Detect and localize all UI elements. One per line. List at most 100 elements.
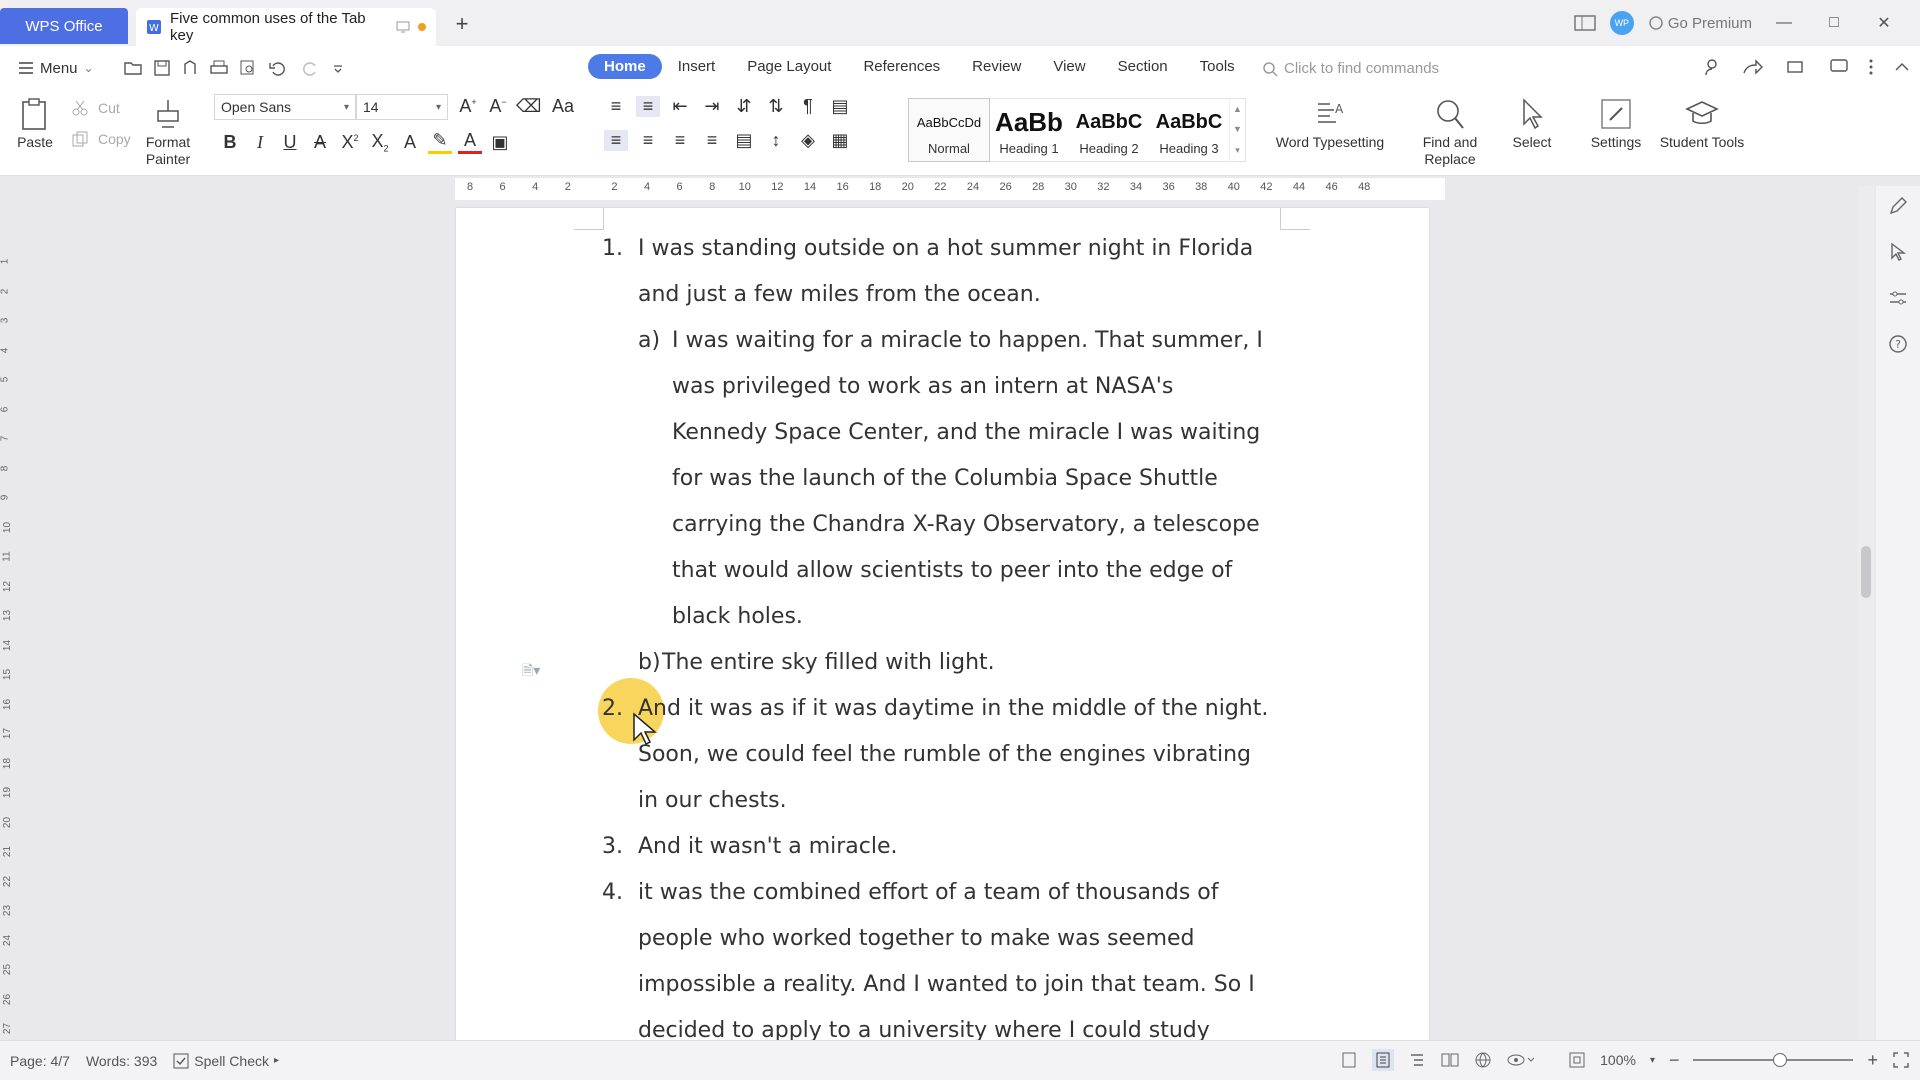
new-tab-button[interactable]: +: [450, 11, 474, 36]
zoom-in-button[interactable]: +: [1867, 1050, 1878, 1071]
find-commands-search[interactable]: Click to find commands: [1262, 60, 1439, 77]
word-count[interactable]: Words: 393: [86, 1053, 157, 1069]
italic-icon[interactable]: I: [248, 132, 272, 153]
list-item[interactable]: 2. And it was as if it was daytime in th…: [602, 686, 1274, 824]
font-size-select[interactable]: 14 ▾: [356, 94, 448, 120]
align-right-icon[interactable]: ≡: [668, 130, 692, 151]
tab-page-layout[interactable]: Page Layout: [731, 54, 847, 79]
decrease-indent-icon[interactable]: ⇤: [668, 96, 692, 117]
close-button[interactable]: ✕: [1866, 13, 1902, 33]
superscript-icon[interactable]: X2: [338, 132, 362, 153]
find-replace-button[interactable]: Find and Replace: [1412, 94, 1488, 168]
student-tools-button[interactable]: Student Tools: [1654, 94, 1750, 151]
subscript-icon[interactable]: X2: [368, 131, 392, 154]
outline-view-icon[interactable]: [1408, 1051, 1426, 1069]
print-preview-icon[interactable]: [240, 60, 256, 76]
style-heading-3[interactable]: AaBbC Heading 3: [1149, 99, 1229, 161]
zoom-slider[interactable]: [1693, 1053, 1854, 1067]
document-content[interactable]: 1. I was standing outside on a hot summe…: [602, 226, 1274, 1040]
protect-doc-icon[interactable]: [1340, 1051, 1358, 1069]
go-premium-button[interactable]: Go Premium: [1648, 15, 1752, 32]
sub-list-item[interactable]: b) The entire sky filled with light.: [638, 640, 1274, 686]
list-item[interactable]: 3. And it wasn't a miracle.: [602, 824, 1274, 870]
sub-list-item[interactable]: a) I was waiting for a miracle to happen…: [638, 318, 1274, 640]
layout-icon[interactable]: [1574, 14, 1596, 32]
maximize-button[interactable]: □: [1816, 14, 1852, 32]
page-count[interactable]: Page: 4/7: [10, 1053, 70, 1069]
strikethrough-icon[interactable]: A: [308, 132, 332, 153]
print-icon[interactable]: [209, 60, 228, 76]
font-name-select[interactable]: Open Sans ▾: [214, 94, 356, 120]
justify-icon[interactable]: ≡: [700, 130, 724, 151]
undo-icon[interactable]: [268, 60, 288, 76]
copy-button[interactable]: Copy: [72, 131, 131, 147]
zoom-slider-thumb[interactable]: [1773, 1053, 1788, 1067]
increase-indent-icon[interactable]: ⇥: [700, 96, 724, 117]
change-case-icon[interactable]: Aa: [546, 96, 580, 117]
customize-toolbar-icon[interactable]: [332, 62, 344, 74]
underline-icon[interactable]: U: [278, 132, 302, 153]
bullet-list-icon[interactable]: ≡: [604, 96, 628, 117]
word-typesetting-button[interactable]: A Word Typesetting: [1268, 94, 1392, 151]
tab-references[interactable]: References: [847, 54, 956, 79]
wps-office-tab[interactable]: WPS Office: [0, 8, 128, 44]
text-direction-icon[interactable]: ⇵: [732, 96, 756, 117]
collapse-ribbon-icon[interactable]: [1894, 58, 1910, 76]
style-heading-1[interactable]: AaBb Heading 1: [989, 99, 1069, 161]
tab-stops-icon[interactable]: ▤: [828, 96, 852, 117]
fullscreen-icon[interactable]: [1892, 1051, 1910, 1069]
tab-view[interactable]: View: [1037, 54, 1101, 79]
list-item[interactable]: a) I was waiting for a miracle to happen…: [602, 318, 1274, 686]
style-heading-2[interactable]: AaBbC Heading 2: [1069, 99, 1149, 161]
web-view-icon[interactable]: [1474, 1051, 1492, 1069]
vertical-scrollbar[interactable]: [1858, 186, 1874, 1040]
distributed-icon[interactable]: ▤: [732, 130, 756, 151]
eye-protection-icon[interactable]: [1506, 1051, 1535, 1069]
scrollbar-thumb[interactable]: [1861, 546, 1871, 598]
paste-button[interactable]: Paste: [12, 94, 58, 151]
horizontal-ruler[interactable]: 8 6 4 2 2 4 6 8 10 12 14 16 18 20 22 24 26 28 30 32 34 36 38 40…: [0, 176, 1920, 202]
chevron-down-icon[interactable]: ▾: [1650, 1055, 1655, 1066]
select-button[interactable]: Select: [1500, 94, 1564, 151]
shading-icon[interactable]: ◈: [796, 130, 820, 151]
decrease-font-icon[interactable]: A−: [486, 96, 510, 117]
avatar[interactable]: WP: [1609, 11, 1634, 35]
tab-tools[interactable]: Tools: [1184, 54, 1251, 79]
document-tab[interactable]: W Five common uses of the Tab key: [136, 8, 436, 46]
settings-button[interactable]: Settings: [1576, 94, 1656, 151]
format-painter-button[interactable]: Format Painter: [142, 94, 194, 168]
paragraph-mark-icon[interactable]: ¶: [796, 96, 820, 117]
vertical-ruler[interactable]: 1 2 3 4 5 6 7 8 9 10 11 12 13 14 15 16 17 18 19 20 21 22 23 24 2…: [0, 202, 16, 1040]
monitor-icon[interactable]: [396, 20, 410, 34]
list-item[interactable]: 1. I was standing outside on a hot summe…: [602, 226, 1274, 318]
tab-home[interactable]: Home: [588, 54, 662, 79]
numbered-list-icon[interactable]: ≡: [636, 96, 660, 117]
share-icon[interactable]: [1742, 58, 1766, 76]
character-border-icon[interactable]: ▣: [488, 132, 512, 153]
clear-format-icon[interactable]: ⌫: [516, 96, 541, 117]
comment-icon[interactable]: [1830, 58, 1848, 76]
list-item[interactable]: 4. it was the combined effort of a team …: [602, 870, 1274, 1040]
align-center-icon[interactable]: ≡: [636, 130, 660, 151]
styles-scroll[interactable]: ▲ ▼ ▾: [1229, 99, 1245, 161]
zoom-level[interactable]: 100%: [1600, 1052, 1636, 1068]
reading-view-icon[interactable]: [1440, 1051, 1460, 1069]
document-page[interactable]: 🗎▾ 1. I was standing outside on a hot su…: [456, 208, 1429, 1040]
open-folder-icon[interactable]: [123, 60, 142, 76]
spell-check-button[interactable]: Spell Check ▸: [173, 1053, 279, 1069]
tab-section[interactable]: Section: [1102, 54, 1184, 79]
tab-review[interactable]: Review: [956, 54, 1037, 79]
style-normal[interactable]: AaBbCcDd Normal: [908, 98, 990, 162]
redo-icon[interactable]: [300, 60, 320, 76]
help-icon[interactable]: ?: [1888, 334, 1908, 354]
share-user-icon[interactable]: [1704, 58, 1722, 76]
save-icon[interactable]: [153, 60, 170, 76]
paragraph-options-icon[interactable]: 🗎▾: [522, 660, 540, 684]
line-spacing-icon[interactable]: ↕: [764, 130, 788, 151]
fit-page-icon[interactable]: [1568, 1051, 1586, 1069]
cut-button[interactable]: Cut: [72, 100, 120, 116]
sliders-icon[interactable]: [1888, 288, 1908, 308]
tab-insert[interactable]: Insert: [662, 54, 732, 79]
sort-icon[interactable]: ⇅: [764, 96, 788, 117]
text-effects-icon[interactable]: A: [398, 132, 422, 153]
